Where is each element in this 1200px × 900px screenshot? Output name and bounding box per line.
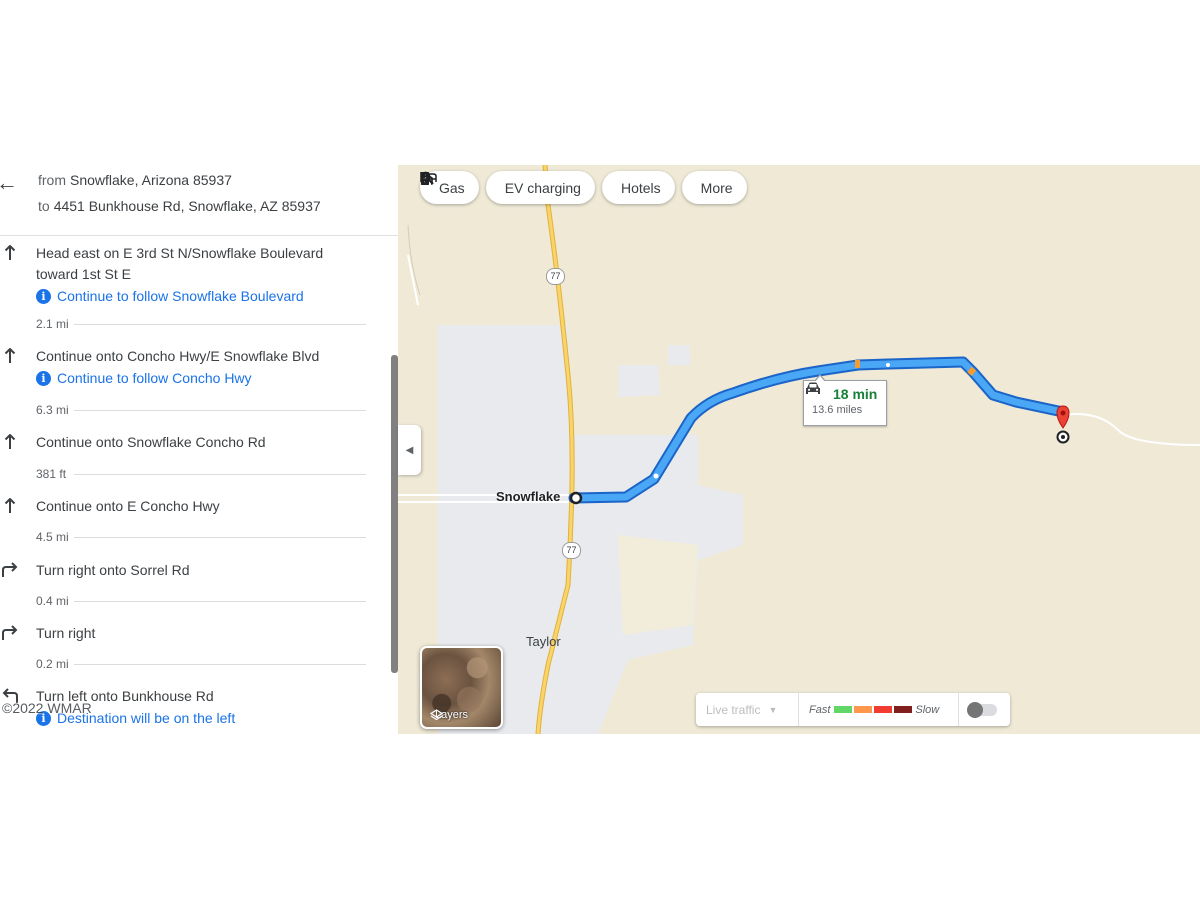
dropdown-caret-icon: ▼ <box>768 704 778 715</box>
step-instruction: Continue onto Concho Hwy/E Snowflake Blv… <box>36 348 320 364</box>
traffic-toggle-cell <box>959 693 1007 726</box>
panel-scrollbar[interactable] <box>391 355 398 673</box>
screenshot: ← from Snowflake, Arizona 85937 to 4451 Bu… <box>0 165 1200 734</box>
to-prefix: to <box>38 198 50 214</box>
step-note-text: Continue to follow Snowflake Boulevard <box>57 288 304 304</box>
destination-pin-icon[interactable] <box>1056 405 1070 444</box>
map-view[interactable]: Gas EV charging Hotels More 77 77 Snowfl… <box>398 165 1200 734</box>
route-origin[interactable]: from Snowflake, Arizona 85937 <box>38 172 232 188</box>
turn-right-icon <box>0 623 20 643</box>
step-divider <box>74 474 366 475</box>
highway-shield: 77 <box>546 268 565 285</box>
live-traffic-dropdown[interactable]: Live traffic ▼ <box>696 693 798 726</box>
info-icon: i <box>36 289 51 304</box>
route-destination[interactable]: to 4451 Bunkhouse Rd, Snowflake, AZ 85937 <box>38 198 321 214</box>
step-distance: 6.3 mi <box>36 403 69 417</box>
step-instruction: Continue onto E Concho Hwy <box>36 498 220 514</box>
chip-hotels[interactable]: Hotels <box>420 171 675 204</box>
turn-right-icon <box>0 560 20 580</box>
straight-arrow-icon <box>0 243 20 263</box>
map-canvas <box>398 165 1200 734</box>
destination-text: 4451 Bunkhouse Rd, Snowflake, AZ 85937 <box>53 198 321 214</box>
straight-arrow-icon <box>0 346 20 366</box>
live-traffic-label: Live traffic <box>706 702 761 717</box>
step-distance: 0.4 mi <box>36 594 69 608</box>
step-note: i Continue to follow Snowflake Boulevard <box>36 286 346 307</box>
step-instruction: Turn right <box>36 625 96 641</box>
slow-label: Slow <box>915 703 940 716</box>
highway-shield: 77 <box>562 542 581 559</box>
traffic-toggle[interactable] <box>967 701 997 718</box>
fast-label: Fast <box>809 703 831 716</box>
chip-label: More <box>700 179 733 196</box>
step-instruction: Turn right onto Sorrel Rd <box>36 562 190 578</box>
step-distance: 381 ft <box>36 467 67 481</box>
step-distance: 4.5 mi <box>36 530 69 544</box>
info-icon: i <box>36 371 51 386</box>
step-divider <box>74 601 366 602</box>
directions-panel: ← from Snowflake, Arizona 85937 to 4451 Bu… <box>0 165 398 734</box>
town-label[interactable]: Taylor <box>526 634 561 649</box>
step-instruction: Head east on E 3rd St N/Snowflake Boulev… <box>36 245 324 282</box>
step-note: i Continue to follow Concho Hwy <box>36 368 346 389</box>
back-arrow-icon[interactable]: ← <box>0 171 20 195</box>
route-header: ← from Snowflake, Arizona 85937 to 4451 Bu… <box>0 165 398 236</box>
chip-label: Gas <box>439 179 465 196</box>
category-chips: Gas EV charging Hotels More <box>420 171 747 204</box>
eta-distance: 13.6 miles <box>812 404 863 416</box>
step-distance: 2.1 mi <box>36 317 69 331</box>
eta-time: 18 min <box>833 386 878 402</box>
step-note-text: Continue to follow Concho Hwy <box>57 370 252 386</box>
straight-arrow-icon <box>0 432 20 452</box>
step-divider <box>74 410 366 411</box>
step-distance: 0.2 mi <box>36 657 69 671</box>
chip-more[interactable]: More <box>420 171 747 204</box>
traffic-segment-fast <box>834 706 853 713</box>
layers-button[interactable]: Layers <box>420 646 503 729</box>
chevron-left-icon: ◀ <box>405 444 414 456</box>
collapse-panel-button[interactable]: ◀ <box>398 425 421 475</box>
origin-text: Snowflake, Arizona 85937 <box>70 172 232 188</box>
town-label[interactable]: Snowflake <box>496 489 560 504</box>
traffic-scale: Fast Slow <box>799 693 958 726</box>
traffic-segment-heavy <box>874 706 893 713</box>
car-icon <box>806 382 820 394</box>
straight-arrow-icon <box>0 496 20 516</box>
step-divider <box>74 537 366 538</box>
step-instruction: Continue onto Snowflake Concho Rd <box>36 434 266 450</box>
traffic-segment-slow <box>894 706 913 713</box>
traffic-legend: Live traffic ▼ Fast Slow <box>696 693 1010 726</box>
copyright-watermark: ©2022 WMAR <box>2 700 92 716</box>
traffic-segment-moderate <box>854 706 873 713</box>
chip-ev-charging[interactable]: EV charging <box>421 171 595 204</box>
from-prefix: from <box>38 172 66 188</box>
route-eta-callout[interactable]: 18 min 13.6 miles <box>803 374 887 426</box>
layers-label: Layers <box>430 709 468 721</box>
step-divider <box>74 664 366 665</box>
chip-label: Hotels <box>620 179 661 196</box>
chip-label: EV charging <box>504 179 581 196</box>
step-divider <box>74 324 366 325</box>
traffic-color-scale <box>832 706 913 713</box>
